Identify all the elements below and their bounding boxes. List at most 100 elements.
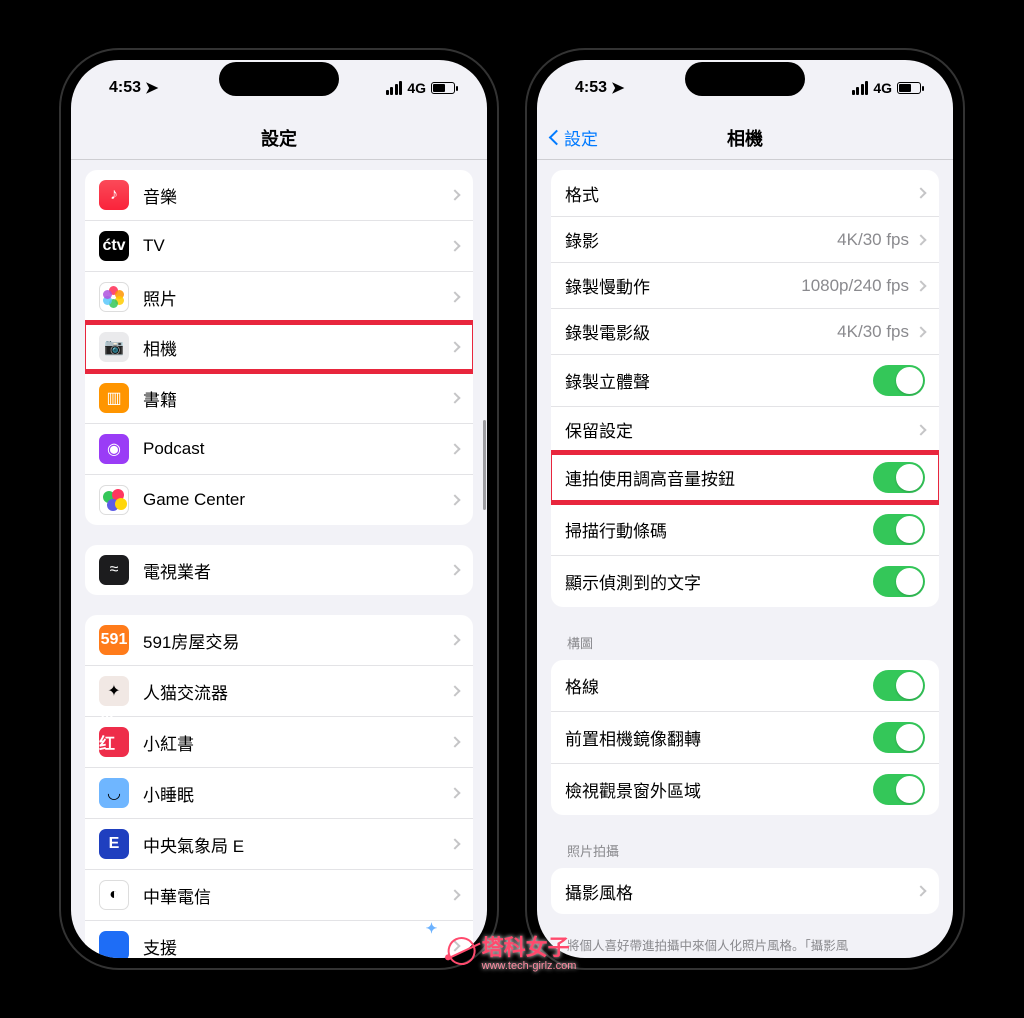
row-label: 中央氣象局 E	[143, 832, 451, 857]
location-icon: ➤	[145, 78, 158, 98]
battery-icon	[431, 82, 455, 94]
toggle-switch[interactable]	[873, 774, 925, 805]
row-label: 小睡眠	[143, 781, 451, 806]
watermark-logo-icon	[443, 932, 480, 969]
settings-row[interactable]: 支援	[85, 920, 473, 958]
row-label: 支援	[143, 934, 451, 959]
row-label: 相機	[143, 335, 451, 360]
settings-row[interactable]: E中央氣象局 E	[85, 818, 473, 869]
settings-row[interactable]: ▥ 書籍	[85, 372, 473, 423]
settings-row[interactable]: 錄影4K/30 fps	[551, 216, 939, 262]
chevron-right-icon	[915, 280, 926, 291]
chevron-right-icon	[449, 564, 460, 575]
signal-icon	[386, 81, 403, 95]
app-xhs-icon: 小红书	[99, 727, 129, 757]
watermark: ✦ 塔科女子 www.tech-girlz.com	[448, 930, 577, 972]
settings-list[interactable]: ♪音樂ćtvTV 照片 📷 相機 ▥ 書籍 ◉Podcast Game Center ≈電視業…	[71, 160, 487, 958]
photos-icon	[99, 282, 129, 312]
settings-row[interactable]: 掃描行動條碼	[551, 503, 939, 555]
settings-row[interactable]: 前置相機鏡像翻轉	[551, 711, 939, 763]
row-label: 檢視觀景窗外區域	[565, 777, 873, 802]
row-label: Game Center	[143, 490, 451, 510]
settings-row[interactable]: ✦ 人猫交流器	[85, 665, 473, 716]
dynamic-island	[685, 62, 805, 96]
settings-row[interactable]: 顯示偵測到的文字	[551, 555, 939, 607]
app-cat-icon: ✦	[99, 676, 129, 706]
row-label: 錄製電影級	[565, 319, 837, 344]
phone-left: 4:53 ➤ 4G 設定 ♪音樂ćtvTV照片📷相機▥書籍◉PodcastGam…	[59, 48, 499, 970]
back-label: 設定	[564, 125, 598, 150]
chevron-right-icon	[915, 885, 926, 896]
chevron-right-icon	[915, 234, 926, 245]
status-time: 4:53	[575, 79, 607, 97]
row-label: 保留設定	[565, 417, 917, 442]
camera-icon: 📷	[99, 332, 129, 362]
row-label: 人猫交流器	[143, 679, 451, 704]
settings-row[interactable]: ćtvTV	[85, 220, 473, 271]
settings-row[interactable]: 錄製電影級4K/30 fps	[551, 308, 939, 354]
row-label: 591房屋交易	[143, 628, 451, 653]
toggle-switch[interactable]	[873, 462, 925, 493]
settings-row[interactable]: ◐ 中華電信	[85, 869, 473, 920]
settings-row[interactable]: 591 591房屋交易	[85, 615, 473, 665]
toggle-switch[interactable]	[873, 722, 925, 753]
settings-row[interactable]: 格式	[551, 170, 939, 216]
app-sleep-icon: ◡	[99, 778, 129, 808]
settings-row[interactable]: ♪音樂	[85, 170, 473, 220]
settings-row[interactable]: 格線	[551, 660, 939, 711]
chevron-right-icon	[915, 326, 926, 337]
toggle-switch[interactable]	[873, 514, 925, 545]
settings-row[interactable]: 檢視觀景窗外區域	[551, 763, 939, 815]
app-support-icon	[99, 931, 129, 958]
settings-row[interactable]: ◉Podcast	[85, 423, 473, 474]
settings-row[interactable]: 照片	[85, 271, 473, 322]
back-button[interactable]: 設定	[551, 116, 598, 159]
battery-icon	[897, 82, 921, 94]
settings-row[interactable]: Game Center	[85, 474, 473, 525]
toggle-switch[interactable]	[873, 566, 925, 597]
chevron-right-icon	[449, 494, 460, 505]
settings-row[interactable]: ◡ 小睡眠	[85, 767, 473, 818]
podcast-icon: ◉	[99, 434, 129, 464]
row-label: TV	[143, 236, 451, 256]
chevron-right-icon	[915, 187, 926, 198]
row-label: 攝影風格	[565, 879, 917, 904]
row-label: 書籍	[143, 386, 451, 411]
dynamic-island	[219, 62, 339, 96]
chevron-right-icon	[449, 291, 460, 302]
app-591-icon: 591	[99, 625, 129, 655]
row-label: 中華電信	[143, 883, 451, 908]
toggle-switch[interactable]	[873, 365, 925, 396]
books-icon: ▥	[99, 383, 129, 413]
app-cht-icon: ◐	[99, 880, 129, 910]
row-label: 照片	[143, 285, 451, 310]
row-label: 錄製立體聲	[565, 368, 873, 393]
row-label: 連拍使用調高音量按鈕	[565, 465, 873, 490]
phone-right: 4:53 ➤ 4G 設定 相機 格式錄影4K/30 fps錄製慢動作1080p/…	[525, 48, 965, 970]
settings-row[interactable]: 錄製立體聲	[551, 354, 939, 406]
settings-row[interactable]: 攝影風格	[551, 868, 939, 914]
row-label: 錄影	[565, 227, 837, 252]
settings-row[interactable]: 📷 相機	[85, 322, 473, 372]
tv-provider-icon: ≈	[99, 555, 129, 585]
settings-row[interactable]: 連拍使用調高音量按鈕	[551, 452, 939, 503]
settings-row[interactable]: 錄製慢動作1080p/240 fps	[551, 262, 939, 308]
chevron-right-icon	[449, 341, 460, 352]
settings-row[interactable]: ≈電視業者	[85, 545, 473, 595]
music-icon: ♪	[99, 180, 129, 210]
row-label: 小紅書	[143, 730, 451, 755]
row-detail: 4K/30 fps	[837, 322, 909, 342]
settings-row[interactable]: 保留設定	[551, 406, 939, 452]
row-label: 掃描行動條碼	[565, 517, 873, 542]
chevron-right-icon	[449, 838, 460, 849]
chevron-right-icon	[449, 189, 460, 200]
toggle-switch[interactable]	[873, 670, 925, 701]
chevron-right-icon	[449, 240, 460, 251]
watermark-text: 塔科女子	[482, 935, 570, 960]
settings-row[interactable]: 小红书小紅書	[85, 716, 473, 767]
row-label: 格線	[565, 673, 873, 698]
row-label: 錄製慢動作	[565, 273, 801, 298]
row-label: 顯示偵測到的文字	[565, 569, 873, 594]
game-center-icon	[99, 485, 129, 515]
camera-settings-list[interactable]: 格式錄影4K/30 fps錄製慢動作1080p/240 fps錄製電影級4K/3…	[537, 160, 953, 958]
